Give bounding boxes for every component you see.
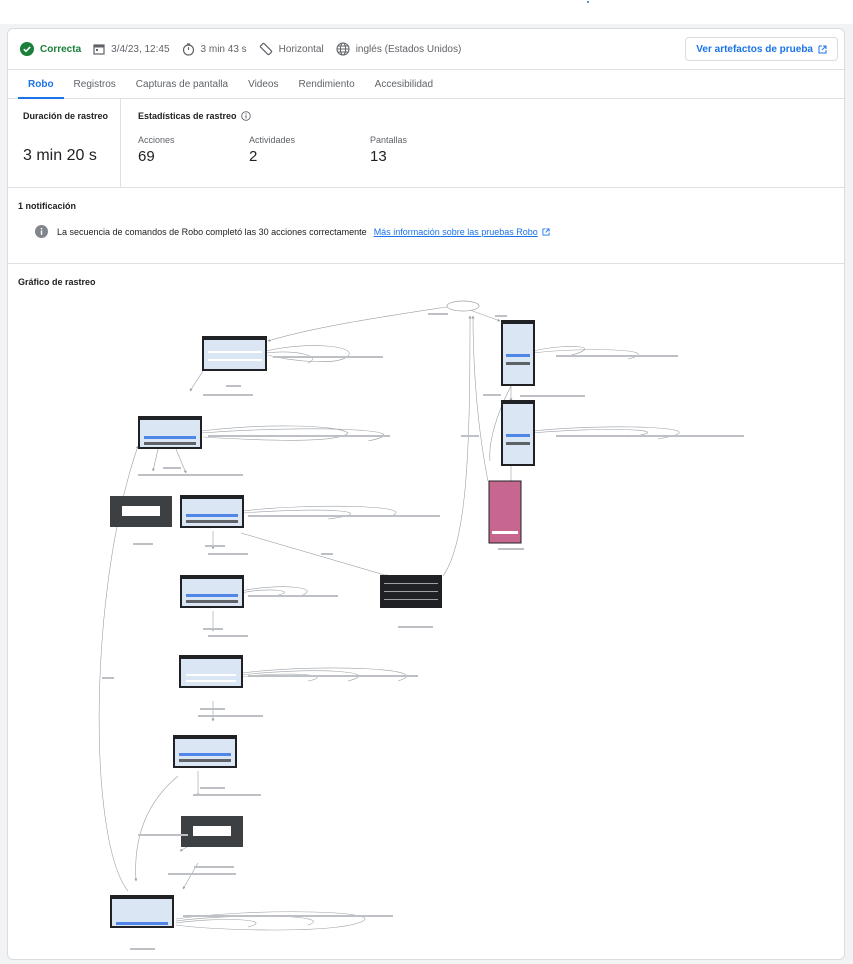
- view-artifacts-button[interactable]: Ver artefactos de prueba: [685, 37, 838, 61]
- actions-label: Acciones: [138, 135, 175, 145]
- activities-label: Actividades: [249, 135, 296, 145]
- locale-label: inglés (Estados Unidos): [355, 43, 462, 55]
- calendar-icon: [93, 44, 105, 55]
- crawl-stats-title: Estadísticas de rastreo: [138, 111, 251, 121]
- date-info: 3/4/23, 12:45: [93, 43, 170, 55]
- actions-value: 69: [138, 148, 155, 165]
- graph-screen-node[interactable]: [380, 575, 442, 608]
- info-outline-icon[interactable]: [240, 111, 251, 121]
- open-in-new-icon: [542, 227, 550, 236]
- graph-screen-node[interactable]: [110, 496, 172, 527]
- result-status: Correcta: [20, 42, 81, 56]
- orientation-info: Horizontal: [259, 42, 324, 56]
- screens-label: Pantallas: [370, 135, 408, 145]
- check-circle-icon: [20, 42, 34, 56]
- graph-screen-node[interactable]: [180, 575, 244, 608]
- robo-info-link[interactable]: Más información sobre las pruebas Robo: [374, 227, 550, 237]
- graph-screen-node[interactable]: [110, 895, 174, 928]
- graph-screen-node[interactable]: [181, 816, 243, 847]
- globe-icon: [336, 42, 350, 56]
- graph-screen-node[interactable]: [179, 655, 243, 688]
- notifications-section: 1 notificación La secuencia de comandos …: [8, 188, 844, 264]
- graph-screen-node[interactable]: [138, 416, 202, 449]
- duration-info: 3 min 43 s: [182, 42, 247, 56]
- crawl-graph[interactable]: [8, 291, 844, 959]
- screens-metric: Pantallas 13: [370, 135, 407, 165]
- graph-screen-node[interactable]: [202, 336, 267, 371]
- crawl-duration-label: Duración de rastreo: [23, 111, 109, 121]
- open-in-new-icon: [818, 45, 827, 53]
- graph-screen-node[interactable]: [501, 400, 535, 466]
- screens-value: 13: [370, 148, 387, 165]
- graph-screen-node[interactable]: [488, 480, 522, 544]
- graph-start-node[interactable]: [446, 300, 480, 312]
- activities-value: 2: [249, 148, 258, 165]
- graph-edge-labels: [102, 313, 744, 950]
- notification-message: La secuencia de comandos de Robo complet…: [57, 226, 367, 237]
- tab-robo[interactable]: Robo: [18, 70, 64, 99]
- crawl-duration-value: 3 min 20 s: [23, 147, 97, 164]
- tab-accesibilidad[interactable]: Accesibilidad: [365, 70, 443, 98]
- view-artifacts-label: Ver artefactos de prueba: [696, 43, 813, 55]
- tab-capturas[interactable]: Capturas de pantalla: [126, 70, 238, 98]
- crawl-duration-box: Duración de rastreo 3 min 20 s: [8, 99, 121, 188]
- locale-info: inglés (Estados Unidos): [336, 42, 462, 56]
- crawl-stats-label: Estadísticas de rastreo: [138, 111, 237, 121]
- stats-panel: Duración de rastreo 3 min 20 s Estadísti…: [8, 99, 844, 188]
- graph-nodes: [110, 300, 535, 928]
- timer-icon: [182, 42, 194, 56]
- notifications-title: 1 notificación: [18, 201, 77, 211]
- robo-info-link-label: Más información sobre las pruebas Robo: [373, 226, 538, 237]
- result-label: Correcta: [40, 43, 82, 55]
- graph-screen-node[interactable]: [501, 320, 535, 386]
- tab-rendimiento[interactable]: Rendimiento: [289, 70, 365, 98]
- graph-screen-node[interactable]: [180, 495, 244, 528]
- crawl-graph-title: Gráfico de rastreo: [18, 277, 96, 287]
- actions-metric: Acciones 69: [138, 135, 175, 165]
- graph-screen-node[interactable]: [173, 735, 237, 768]
- tab-registros[interactable]: Registros: [64, 70, 126, 98]
- result-tabs: Robo Registros Capturas de pantalla Vide…: [8, 69, 844, 99]
- robo-results-card: Correcta 3/4/23, 12:45 3 min 43 s Horizo…: [7, 28, 845, 960]
- page-indicator: [587, 1, 589, 3]
- test-status-bar: Correcta 3/4/23, 12:45 3 min 43 s Horizo…: [8, 29, 844, 69]
- activities-metric: Actividades 2: [249, 135, 295, 165]
- screen-rotation-icon: [259, 42, 272, 56]
- top-strip: [0, 0, 853, 24]
- date-label: 3/4/23, 12:45: [111, 43, 170, 55]
- notification-item: La secuencia de comandos de Robo complet…: [35, 225, 550, 238]
- duration-label: 3 min 43 s: [200, 43, 247, 55]
- tab-videos[interactable]: Videos: [238, 70, 288, 98]
- info-filled-icon: [35, 225, 48, 238]
- crawl-graph-canvas: [98, 300, 744, 950]
- orientation-label: Horizontal: [278, 43, 324, 55]
